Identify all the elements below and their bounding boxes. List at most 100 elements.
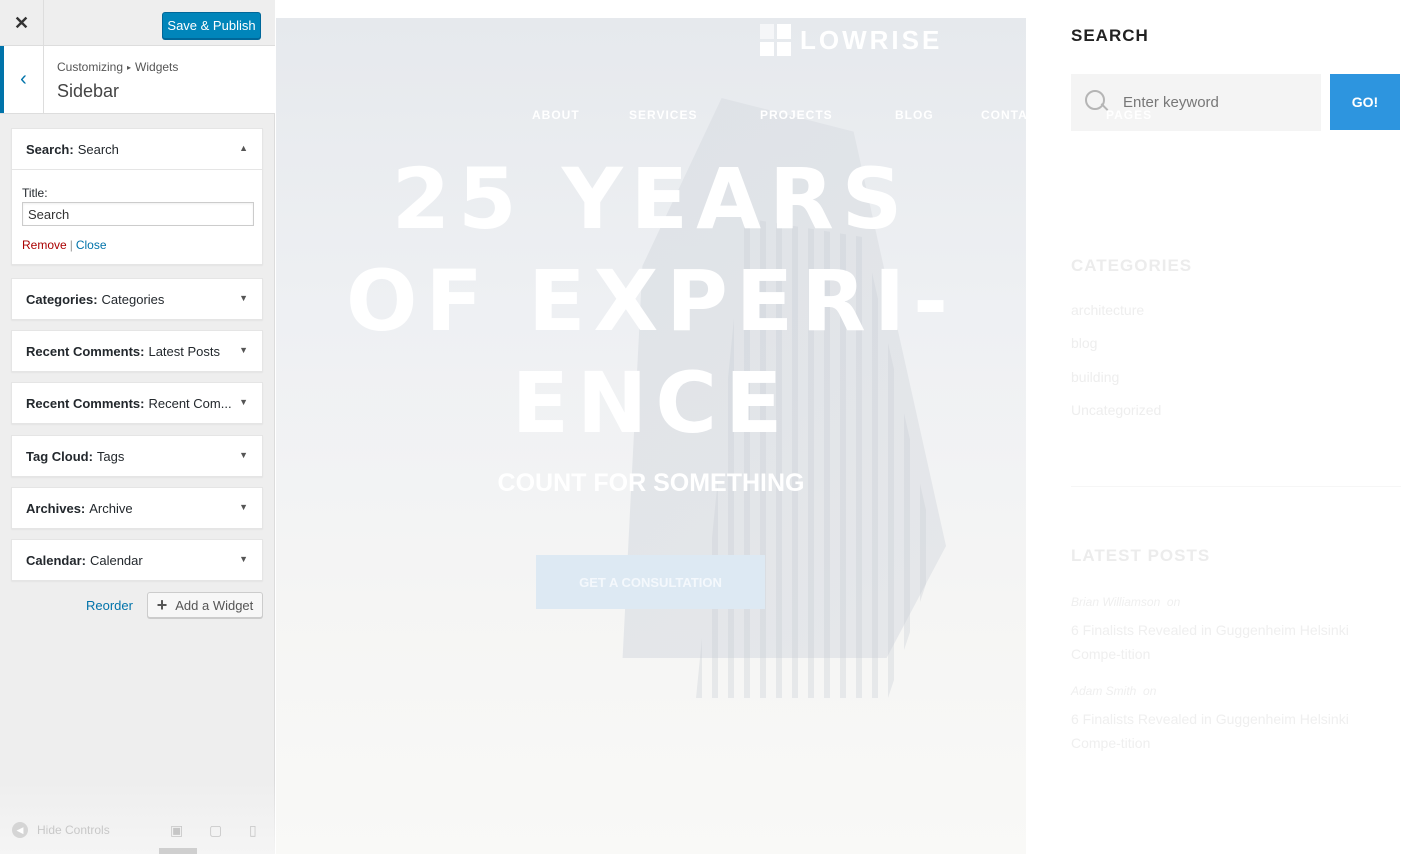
chevron-down-icon[interactable]: ▼ [239,450,248,460]
widget-search-form: Title: Remove|Close [12,169,262,264]
breadcrumb-separator-icon: ▸ [127,63,132,72]
divider [1071,486,1401,487]
category-link[interactable]: Uncategorized [1071,402,1161,418]
breadcrumb-customizing: Customizing [57,60,124,74]
chevron-down-icon[interactable]: ▼ [239,345,248,355]
latest-posts-title: LATEST POSTS [1071,546,1211,565]
widget-type: Tag Cloud: [26,448,93,464]
chevron-down-icon[interactable]: ▼ [239,554,248,564]
widget-type: Archives: [26,500,86,516]
hero-heading-line: OF EXPERI- [346,252,956,350]
author-name[interactable]: Adam Smith [1071,684,1136,698]
widget-actions: Remove | Close [22,238,252,252]
site-preview[interactable]: LOWRISE ABOUT SERVICES PROJECTS BLOG CON… [276,0,1419,854]
widget-recent-comments-latest[interactable]: Recent Comments: Latest Posts ▼ [11,330,263,372]
hero-heading-line: 25 YEARS [391,150,911,248]
hide-controls-button[interactable]: ◀ Hide Controls [12,822,110,838]
desktop-icon[interactable]: ▣ [170,822,183,839]
widget-name: Tags [96,448,125,464]
widget-name: Calendar [89,552,143,568]
breadcrumb-widgets: Widgets [135,60,179,74]
tablet-icon[interactable]: ▢ [209,822,222,839]
widget-tag-cloud[interactable]: Tag Cloud: Tags ▼ [11,435,263,477]
widget-type: Recent Comments: [26,395,145,411]
mobile-icon[interactable]: ▯ [249,822,257,839]
search-title: SEARCH [1071,26,1149,45]
add-widget-label: Add a Widget [175,597,254,613]
widget-archives[interactable]: Archives: Archive ▼ [11,487,263,529]
nav-projects[interactable]: PROJECTS [760,108,833,122]
widget-name: Search [77,141,119,157]
chevron-up-icon[interactable]: ▲ [239,143,248,153]
widget-header[interactable]: Recent Comments: Recent Com... ▼ [12,383,262,423]
widget-header[interactable]: Tag Cloud: Tags ▼ [12,436,262,476]
widget-header[interactable]: Categories: Categories ▼ [12,279,262,319]
widget-header[interactable]: Recent Comments: Latest Posts ▼ [12,331,262,371]
widget-name: Categories [101,291,165,307]
section-title: Sidebar [57,81,120,101]
remove-link[interactable]: Remove [22,238,67,252]
widget-type: Recent Comments: [26,343,145,359]
post-link[interactable]: 6 Finalists Revealed in Guggenheim Helsi… [1071,707,1401,755]
close-link[interactable]: Close [76,238,107,252]
customizer-panel: ✕ Save & Publish ‹ Customizing ▸ Widgets S… [0,0,275,854]
hero-heading-line: ENCE [511,354,791,452]
nav-blog[interactable]: BLOG [895,108,934,122]
widget-categories[interactable]: Categories: Categories ▼ [11,278,263,320]
nav-services[interactable]: SERVICES [629,108,697,122]
widget-type: Search: [26,141,74,157]
add-widget-button[interactable]: + Add a Widget [147,592,263,618]
site-logo[interactable]: LOWRISE [760,24,942,56]
widget-calendar[interactable]: Calendar: Calendar ▼ [11,539,263,581]
save-publish-button[interactable]: Save & Publish [162,12,261,39]
author-name[interactable]: Brian Williamson [1071,595,1160,609]
reorder-link[interactable]: Reorder [86,598,133,613]
breadcrumb: Customizing ▸ Widgets [57,60,178,74]
chevron-down-icon[interactable]: ▼ [239,293,248,303]
nav-about[interactable]: ABOUT [532,108,580,122]
nav-pages[interactable]: PAGES [1106,108,1152,122]
widget-type: Calendar: [26,552,86,568]
hero-heading: 25 YEARS OF EXPERI- ENCE [336,148,966,454]
site-sidebar: SEARCH Enter keyword GO! CATEGORIES arch… [1026,0,1419,854]
back-button[interactable]: ‹ [0,46,44,113]
post-link[interactable]: 6 Finalists Revealed in Guggenheim Helsi… [1071,618,1401,666]
title-label: Title: [22,186,48,200]
customizer-header: ✕ Save & Publish [0,0,275,46]
nav-contact[interactable]: CONTA [981,108,1026,122]
widget-name: Latest Posts [148,343,221,359]
hero-section: LOWRISE ABOUT SERVICES PROJECTS BLOG CON… [276,18,1026,854]
hero-subheading: COUNT FOR SOMETHING [497,469,805,497]
collapse-arrow-icon: ◀ [12,822,28,838]
close-customizer-button[interactable]: ✕ [0,0,44,46]
hide-controls-label: Hide Controls [37,823,110,837]
categories-title: CATEGORIES [1071,256,1193,275]
chevron-down-icon[interactable]: ▼ [239,502,248,512]
logo-icon [760,24,792,56]
chevron-left-icon: ‹ [20,68,27,90]
category-link[interactable]: building [1071,369,1119,385]
active-device-indicator [159,848,197,854]
title-input[interactable] [22,202,254,226]
plus-icon: + [156,595,168,615]
search-go-button[interactable]: GO! [1330,74,1400,130]
section-header: ‹ Customizing ▸ Widgets Sidebar [0,46,275,114]
post-author: Adam Smith on [1071,684,1156,698]
chevron-down-icon[interactable]: ▼ [239,397,248,407]
widget-name: Archive [89,500,133,516]
widget-type: Categories: [26,291,98,307]
post-author: Brian Williamson on [1071,595,1180,609]
category-link[interactable]: architecture [1071,302,1144,318]
widget-search: Search: Search ▲ Title: Remove|Close [11,128,263,265]
search-input[interactable]: Enter keyword [1071,74,1321,131]
category-link[interactable]: blog [1071,335,1097,351]
widget-recent-comments[interactable]: Recent Comments: Recent Com... ▼ [11,382,263,424]
separator: | [69,238,73,252]
logo-text: LOWRISE [800,24,943,55]
post-on: on [1166,595,1181,609]
widget-search-header[interactable]: Search: Search ▲ [12,129,262,169]
widget-header[interactable]: Calendar: Calendar ▼ [12,540,262,580]
consultation-button[interactable]: GET A CONSULTATION [536,555,765,609]
post-on: on [1143,684,1157,698]
widget-header[interactable]: Archives: Archive ▼ [12,488,262,528]
